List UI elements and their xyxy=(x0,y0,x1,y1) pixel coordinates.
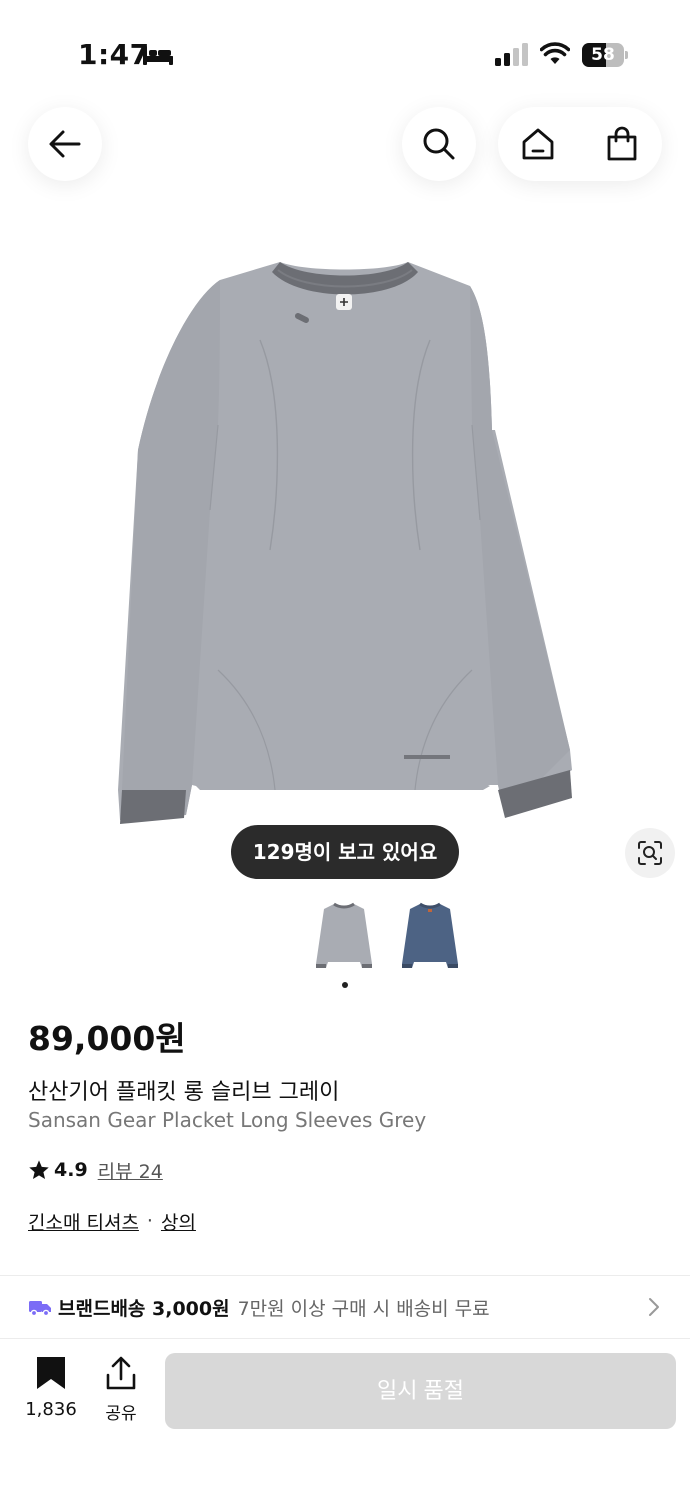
thumbnail-navy[interactable] xyxy=(400,900,460,972)
status-bar: 1:47 58 xyxy=(0,0,690,100)
search-button[interactable] xyxy=(402,107,476,181)
shopping-bag-icon xyxy=(607,126,637,161)
status-time: 1:47 xyxy=(78,38,150,71)
rating-row: 4.9 리뷰 24 xyxy=(28,1156,163,1184)
truck-icon xyxy=(29,1301,51,1317)
category-link-longsleeve[interactable]: 긴소매 티셔츠 xyxy=(28,1208,139,1235)
share-icon xyxy=(106,1356,136,1390)
image-search-button[interactable] xyxy=(625,828,675,878)
shipping-note: 7만원 이상 구매 시 배송비 무료 xyxy=(237,1297,490,1320)
bottom-action-bar: 1,836 공유 일시 품절 xyxy=(0,1338,690,1500)
product-image[interactable] xyxy=(100,250,590,835)
wifi-icon xyxy=(540,42,570,64)
home-icon xyxy=(522,128,554,160)
search-icon xyxy=(423,128,455,160)
product-name-ko: 산산기어 플래킷 롱 슬리브 그레이 xyxy=(28,1080,340,1105)
like-count: 1,836 xyxy=(25,1399,77,1420)
category-separator: · xyxy=(146,1210,153,1232)
like-button[interactable]: 1,836 xyxy=(20,1355,82,1425)
category-breadcrumb: 긴소매 티셔츠 · 상의 xyxy=(28,1206,196,1236)
back-button[interactable] xyxy=(28,107,102,181)
battery-level: 58 xyxy=(591,45,615,65)
share-label: 공유 xyxy=(105,1404,137,1424)
rating-value: 4.9 xyxy=(54,1159,88,1181)
product-name-en: Sansan Gear Placket Long Sleeves Grey xyxy=(28,1108,427,1132)
shipping-fee: 브랜드배송 3,000원 xyxy=(58,1297,230,1320)
share-button[interactable]: 공유 xyxy=(96,1355,146,1425)
soldout-button[interactable]: 일시 품절 xyxy=(165,1353,676,1429)
chevron-right-icon xyxy=(649,1298,659,1316)
cellular-signal-icon xyxy=(495,43,528,66)
category-link-tops[interactable]: 상의 xyxy=(161,1208,196,1235)
image-search-icon xyxy=(638,841,662,865)
sleep-focus-icon xyxy=(143,46,173,65)
battery-indicator: 58 xyxy=(582,43,628,67)
star-icon xyxy=(29,1160,49,1179)
thumbnail-grey[interactable] xyxy=(314,900,374,972)
cart-button[interactable] xyxy=(582,107,662,181)
bookmark-icon xyxy=(37,1357,65,1389)
nav-pill xyxy=(498,107,662,181)
live-viewers-badge: 129명이 보고 있어요 xyxy=(231,825,459,879)
arrow-left-icon xyxy=(49,130,81,158)
shipping-info-row[interactable]: 브랜드배송 3,000원 7만원 이상 구매 시 배송비 무료 xyxy=(0,1276,690,1338)
home-button[interactable] xyxy=(498,107,578,181)
review-link[interactable]: 리뷰 24 xyxy=(98,1157,163,1184)
product-price: 89,000원 xyxy=(28,1019,186,1058)
carousel-dot-active xyxy=(342,982,348,988)
